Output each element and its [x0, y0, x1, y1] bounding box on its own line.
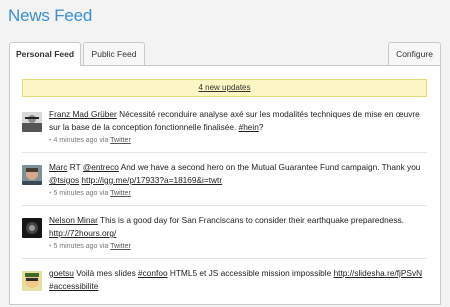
- bullet-icon: •: [49, 243, 52, 250]
- mention-link[interactable]: @tsigos: [49, 175, 79, 185]
- page-title: News Feed: [8, 6, 93, 25]
- post-meta: • 5 minutes ago via Twitter: [49, 242, 427, 252]
- source-link[interactable]: Twitter: [110, 243, 131, 250]
- new-updates-banner[interactable]: 4 new updates: [22, 79, 427, 97]
- hashtag-link[interactable]: #confoo: [138, 268, 168, 278]
- feed-item: Nelson Minar This is a good day for San …: [22, 214, 427, 259]
- post-text: And we have a second hero on the Mutual …: [118, 162, 421, 172]
- timestamp: 4 minutes ago: [53, 137, 98, 144]
- url-link[interactable]: http://slidesha.re/fjPSvN: [334, 268, 423, 278]
- source-link[interactable]: Twitter: [110, 190, 131, 197]
- via-label: via: [99, 137, 109, 144]
- bullet-icon: •: [49, 190, 52, 197]
- timestamp: 5 minutes ago: [53, 243, 98, 250]
- author-link[interactable]: Franz Mad Grüber: [49, 109, 117, 119]
- tab-public-feed[interactable]: Public Feed: [83, 42, 145, 65]
- post-text: Voilà mes slides: [73, 268, 139, 278]
- feed-panel: 4 new updates Franz Mad Grüber Nécessité…: [9, 65, 441, 305]
- url-link[interactable]: http://igg.me/p/17933?a=18169&i=twtr: [81, 175, 222, 185]
- post-text: RT: [67, 162, 83, 172]
- author-link[interactable]: Marc: [49, 162, 67, 172]
- feed-item: Marc RT @entreco And we have a second he…: [22, 161, 427, 206]
- hashtag-link[interactable]: #accessibilite: [49, 281, 98, 291]
- feed-item: goetsu Voilà mes slides #confoo HTML5 et…: [22, 267, 427, 307]
- author-link[interactable]: goetsu: [49, 268, 74, 278]
- hashtag-link[interactable]: #hein: [239, 122, 259, 132]
- tab-personal-feed[interactable]: Personal Feed: [9, 42, 81, 66]
- bullet-icon: •: [49, 137, 52, 144]
- avatar[interactable]: [22, 112, 42, 132]
- tab-configure[interactable]: Configure: [388, 42, 441, 65]
- post-meta: • 5 minutes ago via Twitter: [49, 189, 427, 199]
- author-link[interactable]: Nelson Minar: [49, 215, 98, 225]
- source-link[interactable]: Twitter: [110, 137, 131, 144]
- feed-item: Franz Mad Grüber Nécessité reconduire an…: [22, 108, 427, 153]
- new-updates-link[interactable]: 4 new updates: [198, 83, 250, 92]
- feed-tabs: Personal Feed Public Feed Configure: [9, 42, 441, 66]
- mention-link[interactable]: @entreco: [83, 162, 119, 172]
- via-label: via: [99, 190, 109, 197]
- avatar[interactable]: [22, 271, 42, 291]
- post-text: ?: [258, 122, 264, 132]
- post-meta: • 4 minutes ago via Twitter: [49, 136, 427, 146]
- avatar[interactable]: [22, 165, 42, 185]
- avatar[interactable]: [22, 218, 42, 238]
- post-text: This is a good day for San Franciscans t…: [97, 215, 404, 225]
- timestamp: 5 minutes ago: [53, 190, 98, 197]
- post-text: HTML5 et JS accessible mission impossibl…: [167, 268, 334, 278]
- url-link[interactable]: http://72hours.org/: [49, 228, 116, 238]
- via-label: via: [99, 243, 109, 250]
